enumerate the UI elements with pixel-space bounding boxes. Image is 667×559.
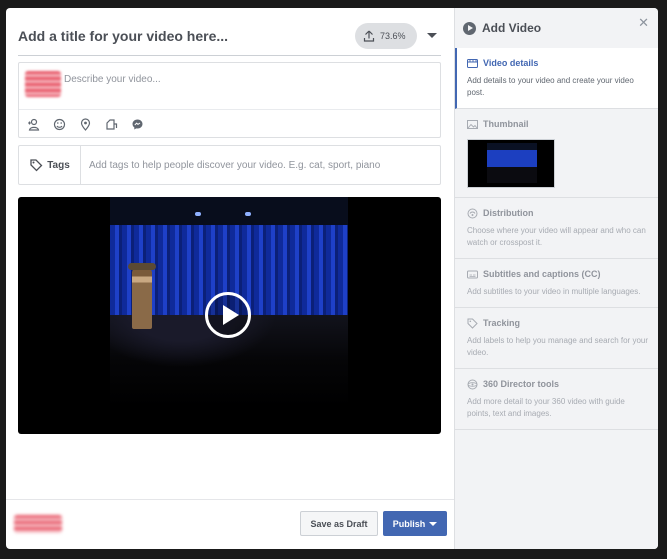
page-avatar[interactable] <box>14 515 62 533</box>
section-title: 360 Director tools <box>483 379 560 389</box>
tag-icon <box>30 159 43 172</box>
upload-menu-chevron-icon[interactable] <box>427 33 437 38</box>
sticker-icon[interactable] <box>105 118 118 131</box>
section-desc: Add more detail to your 360 video with g… <box>467 397 625 418</box>
video-title-input[interactable]: Add a title for your video here... <box>18 28 228 44</box>
film-icon <box>467 58 478 68</box>
location-icon[interactable] <box>79 118 92 131</box>
performer-hat <box>128 263 156 270</box>
360-icon <box>467 379 478 389</box>
messenger-icon[interactable] <box>131 118 144 131</box>
image-icon <box>467 119 478 129</box>
tags-input[interactable]: Add tags to help people discover your vi… <box>89 160 429 171</box>
add-video-panel: Add Video ✕ Video details Add details to… <box>454 8 658 549</box>
avatar <box>25 71 61 97</box>
cc-icon <box>467 270 478 278</box>
publish-chevron-down-icon <box>429 521 438 526</box>
section-title: Thumbnail <box>483 119 529 129</box>
video-preview[interactable] <box>18 197 441 434</box>
upload-icon <box>363 30 375 42</box>
tags-label-text: Tags <box>47 159 70 171</box>
video-editor: Add a title for your video here... 73.6%… <box>6 8 454 549</box>
tag-friends-icon[interactable] <box>27 118 40 131</box>
section-distribution[interactable]: Distribution Choose where your video wil… <box>455 198 658 259</box>
section-title: Subtitles and captions (CC) <box>483 269 601 279</box>
section-title: Tracking <box>483 318 521 328</box>
play-button[interactable] <box>205 292 251 338</box>
title-row: Add a title for your video here... 73.6% <box>18 16 441 56</box>
stage-light <box>245 212 251 216</box>
tag-icon <box>467 318 478 329</box>
stage-light <box>195 212 201 216</box>
panel-title: Add Video <box>482 21 542 35</box>
upload-percent: 73.6% <box>380 31 406 41</box>
description-input[interactable]: Describe your video... <box>64 74 161 85</box>
thumbnail-preview[interactable] <box>467 139 555 188</box>
description-toolbar <box>19 109 440 139</box>
publish-button[interactable]: Publish <box>383 511 447 536</box>
add-video-dialog: Add a title for your video here... 73.6%… <box>6 8 658 549</box>
section-desc: Add labels to help you manage and search… <box>467 336 649 357</box>
publish-label: Publish <box>392 518 426 529</box>
tags-field: Tags Add tags to help people discover yo… <box>18 145 441 185</box>
section-desc: Add subtitles to your video in multiple … <box>467 287 641 296</box>
stage-ceiling <box>110 197 348 225</box>
section-video-details[interactable]: Video details Add details to your video … <box>455 48 658 109</box>
tags-label: Tags <box>19 146 81 184</box>
emoji-icon[interactable] <box>53 118 66 131</box>
section-desc: Choose where your video will appear and … <box>467 226 646 247</box>
description-box: Describe your video... <box>18 62 441 138</box>
section-360-director[interactable]: 360 Director tools Add more detail to yo… <box>455 369 658 430</box>
video-play-icon <box>463 21 476 35</box>
upload-progress[interactable]: 73.6% <box>355 23 417 49</box>
section-subtitles[interactable]: Subtitles and captions (CC) Add subtitle… <box>455 259 658 308</box>
section-thumbnail[interactable]: Thumbnail <box>455 109 658 198</box>
close-icon[interactable]: ✕ <box>638 16 649 29</box>
performer <box>132 267 152 329</box>
save-draft-button[interactable]: Save as Draft <box>300 511 378 536</box>
distribution-icon <box>467 208 478 218</box>
section-title: Distribution <box>483 208 534 218</box>
section-desc: Add details to your video and create you… <box>467 76 634 97</box>
editor-footer: Save as Draft Publish <box>6 499 454 549</box>
section-title: Video details <box>483 58 539 68</box>
panel-header: Add Video <box>455 8 658 48</box>
section-tracking[interactable]: Tracking Add labels to help you manage a… <box>455 308 658 369</box>
